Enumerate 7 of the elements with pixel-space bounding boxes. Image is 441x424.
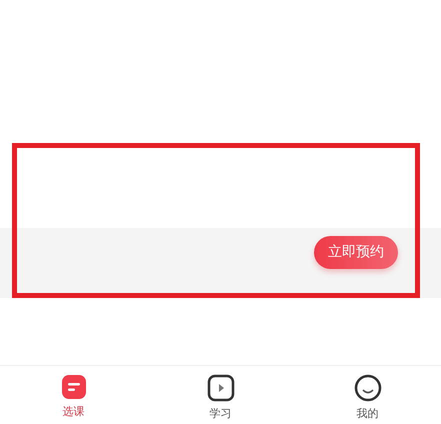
tab[interactable]: 学习 (147, 366, 294, 424)
smiley-icon (354, 374, 382, 402)
book-now-button[interactable]: 立即预约 (314, 236, 398, 269)
tab[interactable]: 我的 (294, 366, 441, 424)
tab[interactable]: 选课 (0, 366, 147, 424)
play-icon (206, 374, 234, 402)
list-icon (60, 374, 86, 400)
